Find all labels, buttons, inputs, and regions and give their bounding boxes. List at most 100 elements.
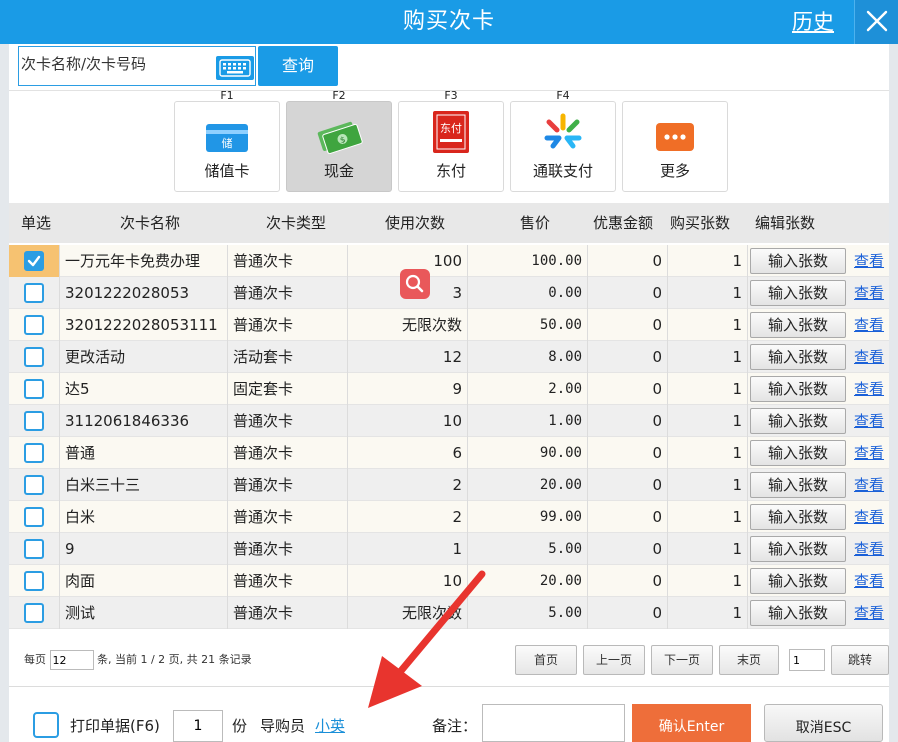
select-cell [9, 405, 60, 437]
zoom-button[interactable] [400, 269, 430, 299]
col-select: 单选 [20, 214, 51, 232]
confirm-button[interactable]: 确认Enter [632, 704, 751, 742]
row-select-checkbox[interactable] [24, 571, 44, 591]
search-button[interactable]: 查询 [258, 46, 338, 86]
next-page-button[interactable]: 下一页 [651, 645, 713, 675]
search-input[interactable] [21, 51, 211, 77]
table-row[interactable]: 9 普通次卡 1 5.00 0 1 输入张数 查看 [9, 533, 889, 565]
table-row[interactable]: 3201222028053 普通次卡 3 0.00 0 1 输入张数 查看 [9, 277, 889, 309]
pay-stored-value-card[interactable]: F1 储 储值卡 [174, 89, 280, 192]
card-buy-qty: 1 [668, 501, 748, 533]
keyboard-button[interactable] [216, 56, 254, 80]
table-row[interactable]: 3112061846336 普通次卡 10 1.00 0 1 输入张数 查看 [9, 405, 889, 437]
select-cell [9, 597, 60, 629]
view-link[interactable]: 查看 [854, 277, 884, 309]
card-type: 普通次卡 [228, 533, 348, 565]
view-link[interactable]: 查看 [854, 501, 884, 533]
card-name: 一万元年卡免费办理 [60, 245, 228, 277]
input-qty-button[interactable]: 输入张数 [750, 376, 846, 402]
pay-cash[interactable]: F2 $ 现金 [286, 89, 392, 192]
view-link[interactable]: 查看 [854, 405, 884, 437]
first-page-button[interactable]: 首页 [515, 645, 577, 675]
window-title: 购买次卡 [402, 9, 495, 34]
input-qty-button[interactable]: 输入张数 [750, 504, 846, 530]
table-row[interactable]: 普通 普通次卡 6 90.00 0 1 输入张数 查看 [9, 437, 889, 469]
guide-name-link[interactable]: 小英 [315, 716, 345, 736]
input-qty-button[interactable]: 输入张数 [750, 344, 846, 370]
row-select-checkbox[interactable] [24, 379, 44, 399]
view-link[interactable]: 查看 [854, 341, 884, 373]
card-uses: 9 [348, 373, 468, 405]
card-name: 更改活动 [60, 341, 228, 373]
search-box [18, 46, 256, 86]
input-qty-button[interactable]: 输入张数 [750, 568, 846, 594]
row-select-checkbox[interactable] [24, 539, 44, 559]
pay-more[interactable]: 更多 [622, 101, 728, 192]
row-select-checkbox[interactable] [24, 315, 44, 335]
view-link[interactable]: 查看 [854, 309, 884, 341]
history-link[interactable]: 历史 [792, 0, 834, 44]
card-discount: 0 [588, 597, 668, 629]
per-page-input[interactable] [49, 650, 94, 670]
goto-page-button[interactable]: 跳转 [831, 645, 889, 675]
input-qty-button[interactable]: 输入张数 [750, 312, 846, 338]
row-select-checkbox[interactable] [24, 475, 44, 495]
view-link[interactable]: 查看 [854, 469, 884, 501]
view-link[interactable]: 查看 [854, 245, 884, 277]
view-link[interactable]: 查看 [854, 437, 884, 469]
cancel-button[interactable]: 取消ESC [764, 704, 883, 742]
close-button[interactable] [854, 0, 898, 44]
check-icon [27, 255, 41, 267]
remark-input[interactable] [482, 704, 625, 742]
row-select-checkbox[interactable] [24, 603, 44, 623]
card-price: 50.00 [468, 309, 588, 341]
card-discount: 0 [588, 245, 668, 277]
allinpay-icon [544, 113, 582, 149]
last-page-button[interactable]: 末页 [719, 645, 779, 675]
view-link[interactable]: 查看 [854, 597, 884, 629]
input-qty-button[interactable]: 输入张数 [750, 600, 846, 626]
keyboard-icon [219, 59, 251, 77]
input-qty-button[interactable]: 输入张数 [750, 408, 846, 434]
pay-jdpay[interactable]: F3 东付 东付 [398, 89, 504, 192]
input-qty-button[interactable]: 输入张数 [750, 280, 846, 306]
input-qty-button[interactable]: 输入张数 [750, 472, 846, 498]
goto-page-input[interactable] [789, 649, 825, 671]
select-cell [9, 565, 60, 597]
card-price: 100.00 [468, 245, 588, 277]
table-row[interactable]: 白米三十三 普通次卡 2 20.00 0 1 输入张数 查看 [9, 469, 889, 501]
annotation-arrow-icon [368, 570, 486, 708]
table-row[interactable]: 一万元年卡免费办理 普通次卡 100 100.00 0 1 输入张数 查看 [9, 245, 889, 277]
table-row[interactable]: 3201222028053111 普通次卡 无限次数 50.00 0 1 输入张数 查看 [9, 309, 889, 341]
card-buy-qty: 1 [668, 373, 748, 405]
view-link[interactable]: 查看 [854, 373, 884, 405]
print-receipt-checkbox[interactable] [33, 712, 59, 738]
view-link[interactable]: 查看 [854, 565, 884, 597]
table-row[interactable]: 更改活动 活动套卡 12 8.00 0 1 输入张数 查看 [9, 341, 889, 373]
input-qty-button[interactable]: 输入张数 [750, 440, 846, 466]
row-select-checkbox[interactable] [24, 443, 44, 463]
per-page-label: 每页 [24, 653, 46, 666]
row-select-checkbox[interactable] [24, 251, 44, 271]
select-cell [9, 341, 60, 373]
select-cell [9, 533, 60, 565]
input-qty-button[interactable]: 输入张数 [750, 248, 846, 274]
input-qty-button[interactable]: 输入张数 [750, 536, 846, 562]
row-select-checkbox[interactable] [24, 507, 44, 527]
copies-input[interactable] [173, 710, 223, 742]
svg-text:储: 储 [222, 136, 233, 150]
close-icon [866, 10, 888, 32]
view-link[interactable]: 查看 [854, 533, 884, 565]
pay-allinpay[interactable]: F4 通联支付 [510, 89, 616, 192]
card-price: 1.00 [468, 405, 588, 437]
pager-info: 每页 条, 当前 1 / 2 页, 共 21 条记录 [24, 650, 252, 670]
card-buy-qty: 1 [668, 437, 748, 469]
row-select-checkbox[interactable] [24, 347, 44, 367]
pay-label: 更多 [659, 162, 690, 180]
left-background-strip [0, 44, 9, 742]
row-select-checkbox[interactable] [24, 411, 44, 431]
table-row[interactable]: 达5 固定套卡 9 2.00 0 1 输入张数 查看 [9, 373, 889, 405]
prev-page-button[interactable]: 上一页 [583, 645, 645, 675]
row-select-checkbox[interactable] [24, 283, 44, 303]
table-row[interactable]: 白米 普通次卡 2 99.00 0 1 输入张数 查看 [9, 501, 889, 533]
